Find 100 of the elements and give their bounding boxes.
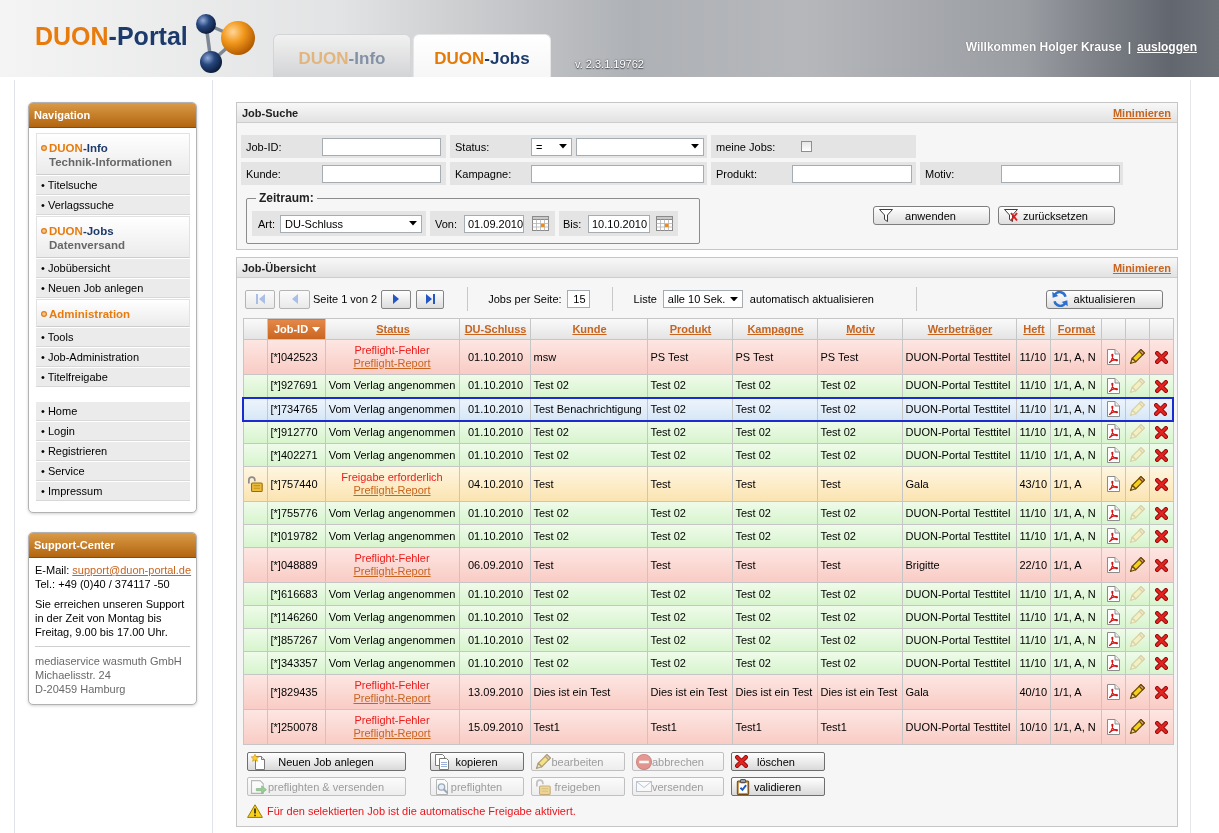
table-row[interactable]: [*]048889 Preflight-Fehler Preflight-Report 06.09.2010 Test Test Test Test Brigitte 22/10 1/1, A [243,547,1173,583]
menu-heading[interactable]: DUON-Info Technik-Informationen [36,133,190,175]
table-row[interactable]: [*]250078 Preflight-Fehler Preflight-Report 15.09.2010 Test1 Test1 Test1 Test1 DUON-Portal Testtitel 10/10 1/1, A, N [243,709,1173,745]
menu-item[interactable]: • Titelsuche [36,176,190,195]
action-button[interactable]: validieren [731,777,825,796]
table-row[interactable]: [*]343357 Vom Verlag angenommen 01.10.2010 Test 02 Test 02 Test 02 Test 02 DUON-Portal Testtitel 11/10 1/1, A, N [243,651,1173,675]
pdf-document-icon[interactable] [1106,476,1120,492]
email-link[interactable]: support@duon-portal.de [72,564,192,576]
pdf-document-icon[interactable] [1106,424,1120,441]
pencil-icon[interactable] [1129,476,1145,492]
menu-item[interactable]: • Registrieren [36,442,190,461]
pdf-document-icon[interactable] [1106,684,1120,700]
delete-icon[interactable] [1154,685,1168,699]
action-button[interactable]: kopieren [430,752,524,771]
delete-icon[interactable] [1154,558,1168,572]
action-button[interactable]: Neuen Job anlegen [247,752,406,771]
dropdown[interactable]: = [531,137,572,156]
table-row[interactable]: [*]042523 Preflight-Fehler Preflight-Report 01.10.2010 msw PS Test PS Test PS Test DUON-Portal Testtitel 11/10 1/1, A, N [243,339,1173,375]
text-field[interactable] [322,164,441,183]
refresh-button[interactable]: aktualisieren [1046,289,1163,309]
pdf-document-icon[interactable] [1106,609,1120,625]
pdf-document-icon[interactable] [1106,557,1120,573]
pencil-icon[interactable] [1129,719,1145,735]
text-field[interactable] [531,164,704,183]
table-row[interactable]: [*]857267 Vom Verlag angenommen 01.10.2010 Test 02 Test 02 Test 02 Test 02 DUON-Portal Testtitel 11/10 1/1, A, N [243,628,1173,652]
table-row[interactable]: [*]146260 Vom Verlag angenommen 01.10.2010 Test 02 Test 02 Test 02 Test 02 DUON-Portal Testtitel 11/10 1/1, A, N [243,605,1173,629]
delete-icon[interactable] [1154,529,1168,543]
menu-item[interactable]: • Jobübersicht [36,259,190,278]
table-row[interactable]: [*]402271 Vom Verlag angenommen 01.10.2010 Test 02 Test 02 Test 02 Test 02 DUON-Portal Testtitel 11/10 1/1, A, N [243,443,1173,467]
delete-icon[interactable] [1154,587,1168,601]
pdf-document-icon[interactable] [1106,632,1120,648]
last-page-button[interactable] [416,289,445,309]
pencil-icon[interactable] [1129,557,1145,573]
delete-icon[interactable] [1154,656,1168,670]
pdf-document-icon[interactable] [1106,349,1120,365]
triangle-right-icon [393,294,400,304]
pencil-icon[interactable] [1129,349,1145,365]
pdf-document-icon[interactable] [1106,586,1120,602]
skip-left-icon [255,294,265,304]
delete-icon[interactable] [1154,506,1168,520]
table-cell: PS Test [817,339,902,375]
delete-icon[interactable] [1154,350,1168,364]
pencil-icon[interactable] [1129,684,1145,700]
table-cell: 1/1, A, N [1050,524,1101,548]
pdf-document-icon[interactable] [1106,505,1120,521]
text-field[interactable] [322,137,441,156]
logout-link[interactable]: ausloggen [1137,40,1197,54]
status-text: Vom Verlag angenommen [328,656,456,670]
refresh-interval-dropdown[interactable]: alle 10 Sek. [662,290,743,308]
delete-icon[interactable] [1154,402,1168,416]
apply-button[interactable]: anwenden [873,206,990,225]
table-row[interactable]: [*]734765 Vom Verlag angenommen 01.10.2010 Test Benachrichtigung Test 02 Test 02 Test 02 DUON-Portal Testtitel 11/10 1/1, A, N [243,397,1173,421]
menu-item[interactable]: • Neuen Job anlegen [36,279,190,298]
menu-heading[interactable]: DUON-Jobs Datenversand [36,216,190,258]
table-row[interactable]: [*]829435 Preflight-Fehler Preflight-Report 13.09.2010 Dies ist ein Test Dies ist ein Test Dies ist ein Test Dies ist ein Test Gala 40/10 1/1, A [243,674,1173,710]
reset-button[interactable]: zurücksetzen [998,206,1115,225]
pdf-document-icon[interactable] [1106,528,1120,544]
table-cell: 01.10.2010 [459,628,530,652]
section-title: DUON-Jobs [49,224,114,238]
delete-icon[interactable] [1154,633,1168,647]
pdf-document-icon[interactable] [1106,377,1120,394]
per-page-field[interactable]: 15 [566,290,590,308]
table-row[interactable]: [*]912770 Vom Verlag angenommen 01.10.2010 Test 02 Test 02 Test 02 Test 02 DUON-Portal Testtitel 11/10 1/1, A, N [243,420,1173,444]
menu-item[interactable]: • Service [36,462,190,481]
text-field[interactable] [792,164,912,183]
delete-icon[interactable] [1154,720,1168,734]
table-row[interactable]: [*]616683 Vom Verlag angenommen 01.10.2010 Test 02 Test 02 Test 02 Test 02 DUON-Portal Testtitel 11/10 1/1, A, N [243,582,1173,606]
date-field[interactable]: 10.10.2010 [588,214,650,233]
pdf-document-icon[interactable] [1106,719,1120,735]
table-cell: 06.09.2010 [459,547,530,583]
page-label: Seite 1 von 2 [313,293,378,305]
table-row[interactable]: [*]019782 Vom Verlag angenommen 01.10.2010 Test 02 Test 02 Test 02 Test 02 DUON-Portal Testtitel 11/10 1/1, A, N [243,524,1173,548]
pdf-document-icon[interactable] [1106,447,1120,463]
delete-icon[interactable] [1154,448,1168,462]
pdf-document-icon[interactable] [1106,401,1120,417]
menu-item[interactable]: • Home [36,402,190,421]
table-row[interactable]: [*]757440 Freigabe erforderlich Preflight-Report 04.10.2010 Test Test Test Test Gala 43/10 1/1, A [243,466,1173,502]
menu-item[interactable]: • Job-Administration [36,348,190,367]
menu-item[interactable]: • Verlagssuche [36,196,190,215]
delete-icon[interactable] [1154,426,1168,440]
menu-item[interactable]: • Tools [36,328,190,347]
delete-icon[interactable] [1154,379,1168,393]
delete-icon[interactable] [1154,610,1168,624]
warning-icon [247,804,263,818]
next-page-button[interactable] [381,289,412,309]
table-row[interactable]: [*]927691 Vom Verlag angenommen 01.10.2010 Test 02 Test 02 Test 02 Test 02 DUON-Portal Testtitel 11/10 1/1, A, N [243,374,1173,398]
menu-item[interactable]: • Titelfreigabe [36,368,190,387]
action-button[interactable]: löschen [731,752,825,771]
calendar-icon[interactable] [656,216,673,231]
calendar-icon[interactable] [532,216,549,231]
nav-tab[interactable]: DUON-Jobs [413,34,551,77]
text-field[interactable] [1001,164,1120,183]
dropdown[interactable]: DU-Schluss [280,214,422,233]
checkbox[interactable] [801,141,812,152]
menu-item[interactable]: • Login [36,422,190,441]
table-row[interactable]: [*]755776 Vom Verlag angenommen 01.10.2010 Test 02 Test 02 Test 02 Test 02 DUON-Portal Testtitel 11/10 1/1, A, N [243,501,1173,525]
date-field[interactable]: 01.09.2010 [464,214,524,233]
menu-item[interactable]: • Impressum [36,482,190,501]
delete-icon[interactable] [1154,477,1168,491]
pdf-document-icon[interactable] [1106,655,1120,671]
